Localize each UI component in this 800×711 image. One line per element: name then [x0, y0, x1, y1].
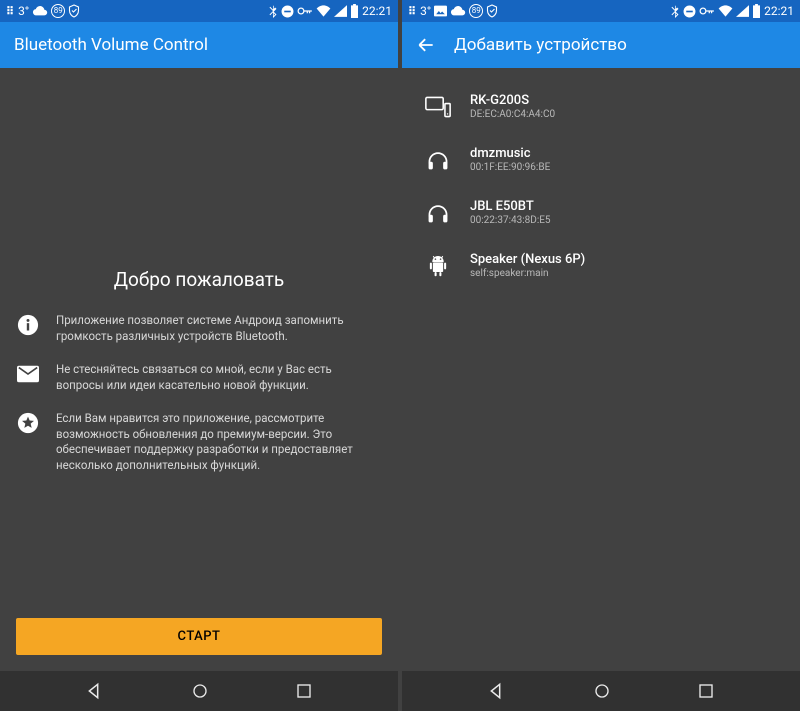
device-row[interactable]: dmzmusic00:1F:EE:90:96:BE	[418, 133, 784, 186]
headphones-icon	[424, 149, 452, 171]
app-bar: Добавить устройство	[402, 22, 800, 68]
nav-bar	[402, 671, 800, 711]
device-name: Speaker (Nexus 6P)	[470, 252, 585, 267]
shield-icon	[68, 4, 80, 18]
device-row[interactable]: JBL E50BT00:22:37:43:8D:E5	[418, 186, 784, 239]
status-time: 22:21	[362, 4, 392, 18]
device-name: JBL E50BT	[470, 199, 551, 214]
device-list: RK-G200SDE:EC:A0:C4:A4:C0dmzmusic00:1F:E…	[402, 68, 800, 671]
info-row-about: Приложение позволяет системе Андроид зап…	[16, 313, 382, 344]
device-sub: DE:EC:A0:C4:A4:C0	[470, 109, 555, 120]
bluetooth-icon	[670, 4, 680, 18]
display-icon	[424, 96, 452, 118]
nav-recent-icon[interactable]	[295, 682, 313, 700]
dnd-icon	[683, 5, 696, 18]
start-button[interactable]: СТАРТ	[16, 618, 382, 655]
key-icon	[699, 6, 715, 16]
nav-home-icon[interactable]	[593, 682, 611, 700]
app-bar-title: Bluetooth Volume Control	[14, 35, 208, 55]
mail-text: Не стесняйтесь связаться со мной, если у…	[56, 362, 382, 393]
key-icon	[297, 6, 313, 16]
info-row-premium: Если Вам нравится это приложение, рассмо…	[16, 411, 382, 473]
device-sub: 00:22:37:43:8D:E5	[470, 215, 551, 226]
network-dots-icon: ⠿	[6, 5, 15, 18]
status-badge: 89	[469, 4, 483, 18]
info-icon	[16, 313, 40, 337]
shield-icon	[486, 4, 498, 18]
status-time: 22:21	[764, 4, 794, 18]
device-sub: self:speaker:main	[470, 268, 585, 279]
battery-icon	[350, 4, 359, 18]
network-dots-icon: ⠿	[408, 5, 417, 18]
wifi-icon	[316, 5, 331, 17]
device-name: dmzmusic	[470, 146, 550, 161]
back-button[interactable]	[416, 35, 436, 55]
left-phone-screen: ⠿ 3° 89 22:21 Bluetooth Volume Control Д…	[0, 0, 398, 711]
status-badge: 89	[51, 4, 65, 18]
cloud-icon	[32, 6, 48, 16]
right-phone-screen: ⠿ 3° 89 22:21 Добавить устройство RK-G20…	[402, 0, 800, 711]
device-name: RK-G200S	[470, 93, 555, 108]
star-text: Если Вам нравится это приложение, рассмо…	[56, 411, 382, 473]
welcome-content: Добро пожаловать Приложение позволяет си…	[0, 68, 398, 671]
status-bar: ⠿ 3° 89 22:21	[402, 0, 800, 22]
signal-icon	[736, 5, 749, 17]
status-temp: 3°	[420, 4, 431, 18]
bluetooth-icon	[268, 4, 278, 18]
nav-home-icon[interactable]	[191, 682, 209, 700]
image-icon	[434, 5, 447, 17]
status-bar: ⠿ 3° 89 22:21	[0, 0, 398, 22]
dnd-icon	[281, 5, 294, 18]
mail-icon	[16, 362, 40, 386]
app-bar-title: Добавить устройство	[454, 35, 627, 55]
nav-bar	[0, 671, 398, 711]
app-bar: Bluetooth Volume Control	[0, 22, 398, 68]
android-icon	[424, 254, 452, 278]
battery-icon	[752, 4, 761, 18]
welcome-title: Добро пожаловать	[16, 268, 382, 291]
star-icon	[16, 411, 40, 435]
device-row[interactable]: Speaker (Nexus 6P)self:speaker:main	[418, 239, 784, 292]
nav-back-icon[interactable]	[86, 681, 106, 701]
status-temp: 3°	[18, 4, 29, 18]
info-text: Приложение позволяет системе Андроид зап…	[56, 313, 382, 344]
info-row-contact: Не стесняйтесь связаться со мной, если у…	[16, 362, 382, 393]
signal-icon	[334, 5, 347, 17]
device-sub: 00:1F:EE:90:96:BE	[470, 162, 550, 173]
nav-back-icon[interactable]	[488, 681, 508, 701]
nav-recent-icon[interactable]	[697, 682, 715, 700]
device-row[interactable]: RK-G200SDE:EC:A0:C4:A4:C0	[418, 80, 784, 133]
cloud-icon	[450, 6, 466, 16]
wifi-icon	[718, 5, 733, 17]
headphones-icon	[424, 202, 452, 224]
